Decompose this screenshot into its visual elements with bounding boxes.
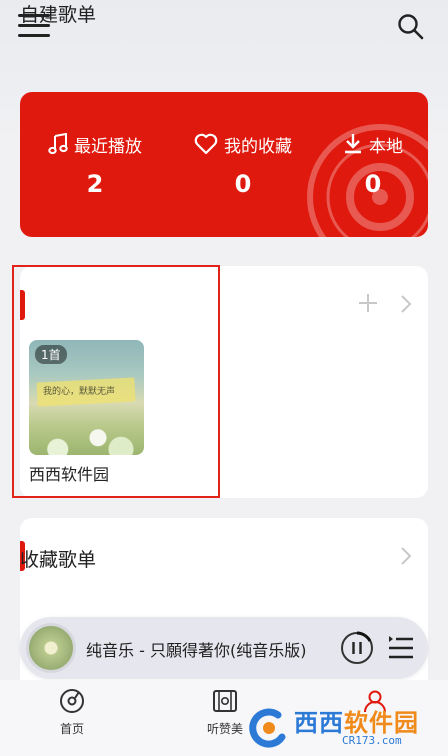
recent-plays-stat[interactable]: 最近播放 2 bbox=[30, 132, 160, 198]
favorites-stat[interactable]: 我的收藏 0 bbox=[178, 132, 308, 198]
nav-home-label: 首页 bbox=[59, 722, 84, 736]
bottom-navigation: 首页 听赞美 bbox=[0, 680, 448, 756]
disc-icon bbox=[60, 689, 84, 713]
self-playlists-title: 自建歌单 bbox=[20, 4, 97, 26]
favorites-label: 我的收藏 bbox=[224, 136, 292, 157]
local-music-count: 0 bbox=[364, 170, 382, 198]
heart-icon bbox=[194, 133, 218, 155]
mini-player[interactable]: 纯音乐 - 只願得著你(纯音乐版) bbox=[20, 617, 428, 679]
nav-tab-me[interactable] bbox=[330, 688, 420, 718]
playlist-cover: 我的心，默默无声 1首 bbox=[29, 340, 144, 455]
favorites-count: 0 bbox=[234, 170, 252, 198]
fav-playlists-title: 收藏歌单 bbox=[20, 549, 97, 571]
download-icon bbox=[345, 134, 361, 154]
now-playing-artwork[interactable] bbox=[26, 623, 76, 673]
recent-plays-count: 2 bbox=[86, 170, 104, 198]
film-icon bbox=[213, 690, 237, 712]
local-music-label: 本地 bbox=[369, 136, 403, 157]
nav-tab-listen[interactable]: 听赞美 bbox=[180, 688, 270, 737]
music-note-icon bbox=[48, 133, 68, 155]
cover-caption: 我的心，默默无声 bbox=[43, 387, 116, 397]
section-accent-bar bbox=[20, 290, 25, 320]
chevron-right-icon[interactable] bbox=[399, 294, 413, 314]
nav-listen-label: 听赞美 bbox=[206, 722, 243, 736]
add-playlist-icon[interactable] bbox=[357, 292, 379, 314]
library-stats-card: 最近播放 2 我的收藏 0 本地 0 bbox=[20, 92, 428, 237]
nav-tab-home[interactable]: 首页 bbox=[27, 688, 117, 737]
recent-plays-label: 最近播放 bbox=[74, 136, 142, 157]
playlist-item[interactable]: 我的心，默默无声 1首 西西软件园 bbox=[29, 340, 147, 485]
now-playing-title[interactable]: 纯音乐 - 只願得著你(纯音乐版) bbox=[86, 637, 338, 661]
song-count-badge: 1首 bbox=[35, 345, 67, 364]
search-icon[interactable] bbox=[396, 12, 426, 42]
playlist-queue-icon[interactable] bbox=[388, 635, 414, 661]
playlist-name: 西西软件园 bbox=[29, 465, 110, 484]
chevron-right-icon[interactable] bbox=[399, 546, 413, 566]
pause-icon[interactable] bbox=[340, 631, 374, 665]
user-icon bbox=[364, 690, 386, 713]
local-music-stat[interactable]: 本地 0 bbox=[308, 132, 428, 198]
